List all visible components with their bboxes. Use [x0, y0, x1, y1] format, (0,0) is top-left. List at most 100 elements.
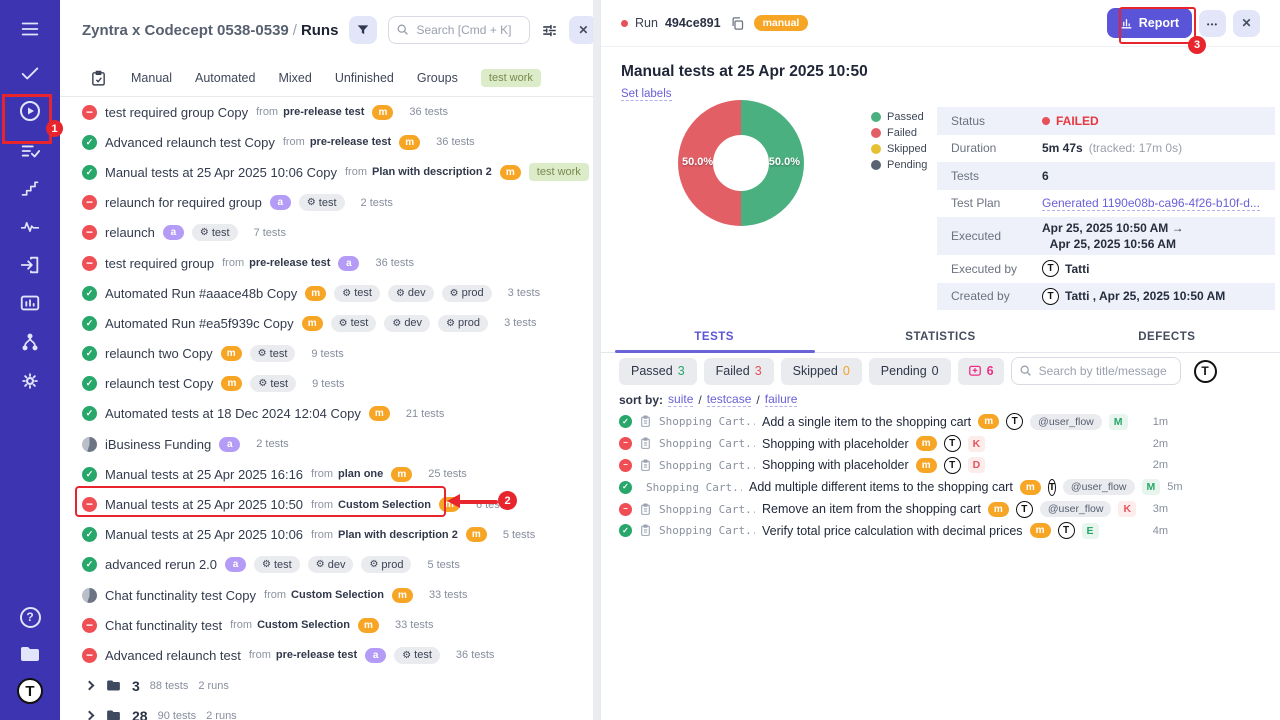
test-search-input[interactable]	[1011, 357, 1181, 385]
test-duration: 4m	[1153, 525, 1168, 537]
test-status-icon	[619, 524, 632, 537]
test-duration: 1m	[1153, 416, 1168, 428]
sort-by-testcase[interactable]: testcase	[707, 392, 752, 407]
search-input[interactable]	[388, 16, 530, 44]
tab-groups[interactable]: Groups	[417, 71, 458, 85]
run-list-item[interactable]: Manual tests at 25 Apr 2025 16:16 from p…	[60, 459, 593, 489]
run-list-item[interactable]: relaunch a test 7 tests	[60, 218, 593, 248]
run-plan-name: pre-release test	[310, 136, 391, 148]
run-list-item[interactable]: test required group from pre-release tes…	[60, 248, 593, 278]
set-labels-link[interactable]: Set labels	[621, 88, 672, 101]
run-type-badge: a	[365, 648, 386, 663]
adjustments-icon[interactable]	[541, 20, 558, 40]
tab-automated[interactable]: Automated	[195, 71, 255, 85]
run-list-item[interactable]: iBusiness Funding a 2 tests	[60, 429, 593, 459]
tab-defects[interactable]: DEFECTS	[1054, 322, 1280, 352]
tab-statistics[interactable]: STATISTICS	[827, 322, 1053, 352]
test-list-item[interactable]: Shopping Cart... Remove an item from the…	[601, 498, 1280, 520]
assignee-avatar-filter[interactable]: T	[1194, 360, 1217, 383]
run-type-badge: m	[392, 588, 413, 603]
test-title: Shopping with placeholder	[762, 458, 909, 472]
run-title: Manual tests at 25 Apr 2025 10:06	[105, 527, 303, 542]
filter-skipped[interactable]: Skipped0	[781, 358, 862, 385]
filter-funnel-button[interactable]	[349, 16, 377, 44]
test-list-item[interactable]: Shopping Cart... Shopping with placehold…	[601, 433, 1280, 455]
tab-unfinished[interactable]: Unfinished	[335, 71, 394, 85]
active-filter-badge[interactable]: test work	[481, 69, 541, 87]
sort-by-failure[interactable]: failure	[765, 392, 798, 407]
run-from-label: from	[345, 166, 367, 178]
close-icon	[1241, 16, 1251, 30]
help-icon[interactable]	[17, 604, 43, 630]
executed-to: Apr 25, 2025 10:56 AM	[1050, 237, 1176, 251]
bar-chart-icon[interactable]	[17, 290, 43, 316]
run-group-folder[interactable]: 3 88 tests 2 runs	[60, 671, 593, 701]
test-title: Add a single item to the shopping cart	[762, 415, 971, 429]
user-avatar[interactable]: T	[17, 678, 43, 704]
testcase-clipboard-icon	[639, 524, 652, 537]
runs-play-icon[interactable]	[17, 98, 43, 124]
sign-in-icon[interactable]	[17, 252, 43, 278]
run-list-item[interactable]: Chat functinality test from Custom Selec…	[60, 610, 593, 640]
branch-icon[interactable]	[17, 329, 43, 355]
more-actions-button[interactable]	[1199, 10, 1226, 37]
close-detail-button[interactable]	[1233, 10, 1260, 37]
projects-folder-icon[interactable]	[17, 641, 43, 667]
ellipsis-icon	[1207, 14, 1218, 32]
menu-icon[interactable]	[17, 16, 43, 42]
run-list-item[interactable]: advanced rerun 2.0 a test dev prod 5 tes…	[60, 550, 593, 580]
run-title: Automated Run #aaace48b Copy	[105, 286, 297, 301]
run-list-item[interactable]: test required group Copy from pre-releas…	[60, 97, 593, 127]
run-detail-title: Manual tests at 25 Apr 2025 10:50	[621, 63, 1260, 81]
run-list-item[interactable]: Advanced relaunch test from pre-release …	[60, 640, 593, 670]
run-title: Chat functinality test Copy	[105, 588, 256, 603]
run-type-badge: m	[221, 376, 242, 391]
test-list-item[interactable]: Shopping Cart... Shopping with placehold…	[601, 455, 1280, 477]
run-list-item[interactable]: relaunch test Copy m test 9 tests	[60, 369, 593, 399]
copy-icon[interactable]	[730, 16, 745, 31]
sort-by-suite[interactable]: suite	[668, 392, 693, 407]
run-list-item[interactable]: relaunch for required group a test 2 tes…	[60, 188, 593, 218]
filter-passed[interactable]: Passed3	[619, 358, 697, 385]
run-type-badge: m	[369, 406, 390, 421]
run-list-item[interactable]: Manual tests at 25 Apr 2025 10:06 from P…	[60, 520, 593, 550]
sort-controls: sort by: suite / testcase / failure	[619, 392, 797, 407]
run-list-item[interactable]: Automated Run #aaace48b Copy m test dev …	[60, 278, 593, 308]
run-group-folder[interactable]: 28 90 tests 2 runs	[60, 701, 593, 720]
list-check-icon[interactable]	[17, 138, 43, 164]
comments-filter[interactable]: 6	[958, 358, 1004, 385]
test-list-item[interactable]: Shopping Cart... Verify total price calc…	[601, 520, 1280, 542]
testcase-clipboard-icon	[639, 437, 652, 450]
clipboard-check-icon[interactable]	[88, 68, 108, 88]
detail-row-test-plan: Test Plan Generated 1190e08b-ca96-4f26-b…	[937, 190, 1275, 218]
filter-failed[interactable]: Failed3	[704, 358, 774, 385]
run-list-item[interactable]: Automated tests at 18 Dec 2024 12:04 Cop…	[60, 399, 593, 429]
test-plan-link[interactable]: Generated 1190e08b-ca96-4f26-b10f-d...	[1042, 196, 1260, 211]
run-list-item[interactable]: Chat functinality test Copy from Custom …	[60, 580, 593, 610]
list-scrollbar[interactable]	[593, 0, 600, 720]
run-list-item[interactable]: relaunch two Copy m test 9 tests	[60, 339, 593, 369]
chart-legend: Passed Failed Skipped Pending	[871, 111, 927, 171]
settings-gear-icon[interactable]	[17, 368, 43, 394]
report-button[interactable]: Report	[1107, 8, 1192, 38]
test-list-item[interactable]: Shopping Cart... Add multiple different …	[601, 476, 1280, 498]
tab-mixed[interactable]: Mixed	[278, 71, 311, 85]
steps-icon[interactable]	[17, 176, 43, 202]
run-from-label: from	[283, 136, 305, 148]
activity-icon[interactable]	[17, 214, 43, 240]
tests-count: 33 tests	[395, 619, 434, 631]
tab-manual[interactable]: Manual	[131, 71, 172, 85]
tests-count: 36 tests	[375, 257, 414, 269]
check-icon[interactable]	[17, 60, 43, 86]
run-list-item[interactable]: Automated Run #ea5f939c Copy m test dev …	[60, 308, 593, 338]
filter-pending[interactable]: Pending0	[869, 358, 951, 385]
run-list-item[interactable]: Manual tests at 25 Apr 2025 10:06 Copy f…	[60, 157, 593, 187]
tab-tests[interactable]: TESTS	[601, 322, 827, 352]
test-list-item[interactable]: Shopping Cart... Add a single item to th…	[601, 411, 1280, 433]
env-tag: test	[334, 285, 380, 302]
run-id: 494ce891	[665, 16, 721, 30]
env-tag: test	[250, 345, 296, 362]
run-list-item[interactable]: Advanced relaunch test Copy from pre-rel…	[60, 127, 593, 157]
donut-hole	[713, 135, 769, 191]
close-icon	[578, 23, 588, 37]
